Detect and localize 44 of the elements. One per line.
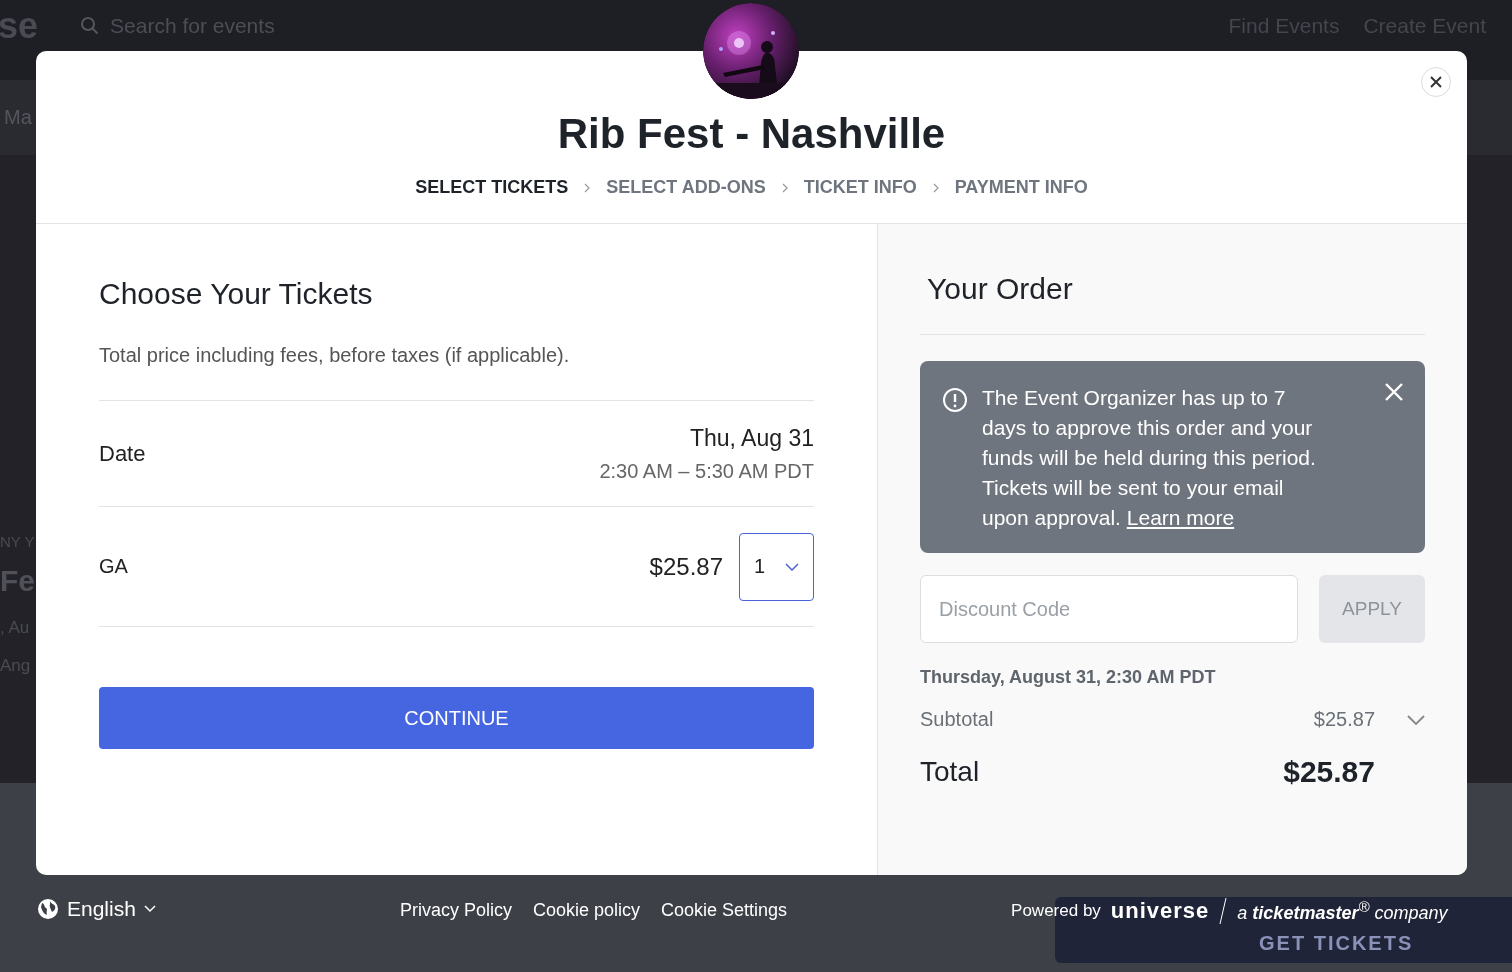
slash-icon [1219,897,1228,925]
close-button[interactable] [1421,67,1451,97]
chevron-right-icon [932,182,939,193]
continue-button[interactable]: CONTINUE [99,687,814,749]
date-label: Date [99,440,146,467]
footer-link[interactable]: Privacy Policy [399,900,512,921]
checkout-step: SELECT ADD-ONS [606,177,766,198]
discount-code-field[interactable]: Discount Code [920,575,1298,643]
ticket-price: $25.87 [649,552,723,581]
order-event-date: Thursday, August 31, 2:30 AM PDT [920,667,1217,688]
chevron-right-icon [781,182,788,193]
checkout-step: PAYMENT INFO [954,177,1088,198]
globe-icon [37,898,59,920]
total-amount: $25.87 [1283,755,1375,789]
subtotal-label: Subtotal [920,708,994,731]
search-icon [80,16,101,36]
chevron-down-icon [785,562,799,571]
chevron-down-icon [143,905,156,913]
quantity-select[interactable]: 1 [739,532,814,601]
event-date: Thu, Aug 31 [689,424,814,452]
close-icon [1429,75,1443,89]
language-selector[interactable]: English [67,897,136,921]
footer-link[interactable]: Cookie Settings [661,900,788,921]
info-icon [942,387,968,413]
universe-logo: universe [1110,898,1210,924]
price-note: Total price including fees, before taxes (if applicable). [99,344,814,401]
checkout-step: SELECT TICKETS [415,177,569,198]
chevron-down-icon [1407,714,1425,725]
notice-text: The Event Organizer has up to 7 days to approve this order and your funds will be held during this period. Tickets will be sent to your email upon approval. Learn more [982,385,1317,531]
subtotal-amount: $25.87 [1313,708,1375,731]
footer-link[interactable]: Cookie policy [532,900,640,921]
event-title: Rib Fest - Nashville [557,109,946,159]
powered-by-text: Powered by [1011,901,1101,921]
total-label: Total [920,756,980,788]
event-time: 2:30 AM – 5:30 AM PDT [599,459,814,483]
ticketmaster-logo: a ticketmaster$^{®}$ company [1237,898,1448,924]
section-heading: Choose Your Tickets [99,276,374,312]
close-icon [1385,383,1403,401]
chevron-right-icon [584,182,591,193]
get-tickets-button[interactable]: GET TICKETS [1055,923,1512,963]
ticket-name: GA [99,555,128,578]
section-heading: Your Order [920,269,1425,335]
checkout-step: TICKET INFO [803,177,917,198]
learn-more-link[interactable]: Learn more [1126,506,1235,529]
